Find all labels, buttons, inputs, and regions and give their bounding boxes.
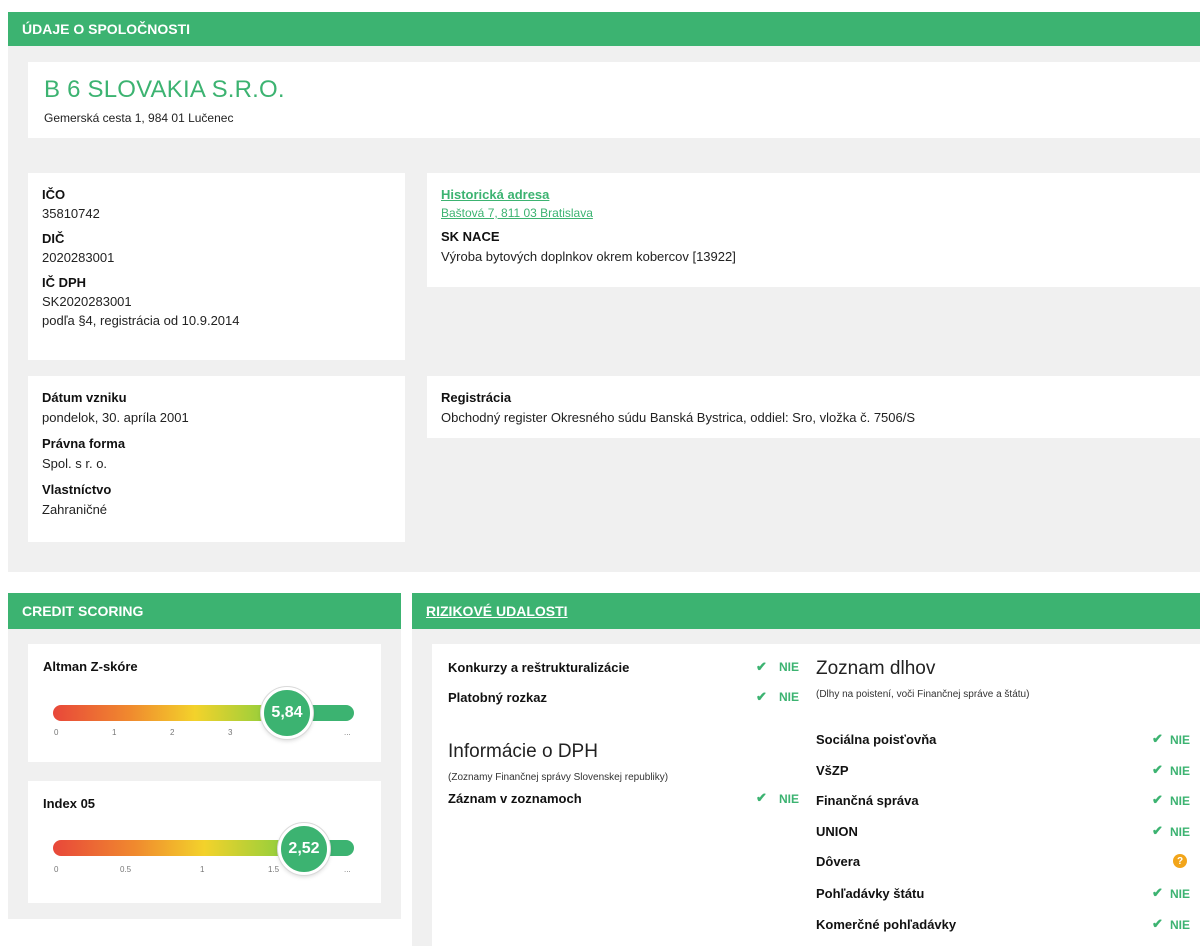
registration-card: Registrácia Obchodný register Okresného … (427, 376, 1200, 438)
icdph-label: IČ DPH (42, 275, 87, 290)
vat-record-label: Záznam v zoznamoch (448, 791, 582, 806)
company-address: Gemerská cesta 1, 984 01 Lučenec (44, 111, 234, 125)
debts-subtitle: (Dlhy na poistení, voči Finančnej správe… (816, 689, 1030, 700)
altman-score-value: 5,84 (271, 704, 303, 721)
section-header-company: ÚDAJE O SPOLOČNOSTI (8, 12, 1200, 46)
debt-item-label: Finančná správa (816, 793, 919, 808)
icdph-note: podľa §4, registrácia od 10.9.2014 (42, 313, 240, 328)
check-icon: ✔ (756, 689, 767, 704)
ico-label: IČO (42, 187, 66, 202)
debt-item-status: NIE (1170, 764, 1191, 778)
company-card: B 6 SLOVAKIA S.R.O. Gemerská cesta 1, 98… (28, 62, 1200, 138)
company-name: B 6 SLOVAKIA S.R.O. (44, 76, 285, 103)
founding-date-value: pondelok, 30. apríla 2001 (42, 410, 189, 425)
altman-label: Altman Z-skóre (43, 659, 138, 674)
index05-tick: 0.5 (120, 865, 132, 874)
dic-label: DIČ (42, 231, 65, 246)
check-icon: ✔ (1152, 731, 1163, 746)
credit-scoring-title: CREDIT SCORING (22, 603, 144, 619)
vat-title: Informácie o DPH (448, 741, 598, 762)
nace-label: SK NACE (441, 229, 500, 244)
debt-item-label: UNION (816, 824, 858, 839)
question-icon: ? (1173, 854, 1187, 868)
index05-tick: 0 (54, 865, 59, 874)
index05-score-value: 2,52 (288, 840, 320, 857)
debt-item-label: Pohľadávky štátu (816, 886, 925, 901)
check-icon: ✔ (1152, 792, 1163, 807)
nace-value: Výroba bytových doplnkov okrem kobercov … (441, 249, 736, 264)
debt-item-label: VšZP (816, 763, 849, 778)
event-label: Platobný rozkaz (448, 690, 547, 705)
event-status: NIE (779, 660, 800, 674)
credit-scoring-header: CREDIT SCORING (8, 593, 401, 629)
debt-item-label: Sociálna poisťovňa (816, 732, 937, 747)
history-card: Historická adresa Baštová 7, 811 03 Brat… (427, 173, 1200, 287)
index05-card: Index 05 2,52 0 0.5 1 1.5 ... (28, 781, 381, 903)
event-status: NIE (779, 690, 800, 704)
index05-tick: 1.5 (268, 865, 280, 874)
altman-tick: ... (344, 728, 351, 737)
founding-card: Dátum vzniku pondelok, 30. apríla 2001 P… (28, 376, 405, 542)
ownership-value: Zahraničné (42, 502, 108, 517)
registration-label: Registrácia (441, 390, 512, 405)
debts-title: Zoznam dlhov (816, 658, 936, 679)
debt-item-status: NIE (1170, 825, 1191, 839)
index05-tick: 1 (200, 865, 205, 874)
index05-score-bubble: 2,52 (278, 823, 330, 875)
vat-subtitle: (Zoznamy Finančnej správy Slovenskej rep… (448, 772, 669, 783)
check-icon: ✔ (1152, 916, 1163, 931)
legal-form-value: Spol. s r. o. (42, 456, 108, 471)
check-icon: ✔ (1152, 823, 1163, 838)
debt-item-status: NIE (1170, 733, 1191, 747)
debt-item-status: ? (1176, 855, 1184, 867)
altman-card: Altman Z-skóre 5,84 0 1 2 3 ... (28, 644, 381, 762)
altman-tick: 0 (54, 728, 59, 737)
debt-item-status: NIE (1170, 918, 1191, 932)
debt-item-label: Dôvera (816, 854, 861, 869)
altman-score-bubble: 5,84 (261, 687, 313, 739)
event-label: Konkurzy a reštrukturalizácie (448, 660, 630, 675)
risk-events-title[interactable]: RIZIKOVÉ UDALOSTI (426, 603, 568, 619)
registration-value: Obchodný register Okresného súdu Banská … (441, 410, 916, 425)
altman-tick: 1 (112, 728, 117, 737)
historical-address-link[interactable]: Historická adresa (441, 187, 1186, 202)
ico-value: 35810742 (42, 206, 100, 221)
section-title: ÚDAJE O SPOLOČNOSTI (22, 21, 191, 37)
altman-tick: 3 (228, 728, 233, 737)
check-icon: ✔ (1152, 762, 1163, 777)
debt-item-label: Komerčné pohľadávky (816, 917, 957, 932)
risk-events-header: RIZIKOVÉ UDALOSTI (412, 593, 1200, 629)
check-icon: ✔ (756, 790, 767, 805)
ownership-label: Vlastníctvo (42, 482, 112, 497)
debt-item-status: NIE (1170, 887, 1191, 901)
vat-record-status: NIE (779, 792, 800, 806)
legal-form-label: Právna forma (42, 436, 126, 451)
index05-label: Index 05 (43, 796, 96, 811)
altman-tick: 2 (170, 728, 175, 737)
check-icon: ✔ (756, 659, 767, 674)
icdph-value: SK2020283001 (42, 294, 132, 309)
dic-value: 2020283001 (42, 250, 115, 265)
debt-item-status: NIE (1170, 794, 1191, 808)
check-icon: ✔ (1152, 885, 1163, 900)
index05-tick: ... (344, 865, 351, 874)
historical-address-value[interactable]: Baštová 7, 811 03 Bratislava (441, 206, 1186, 220)
ids-card: IČO 35810742 DIČ 2020283001 IČ DPH SK202… (28, 173, 405, 360)
founding-date-label: Dátum vzniku (42, 390, 127, 405)
